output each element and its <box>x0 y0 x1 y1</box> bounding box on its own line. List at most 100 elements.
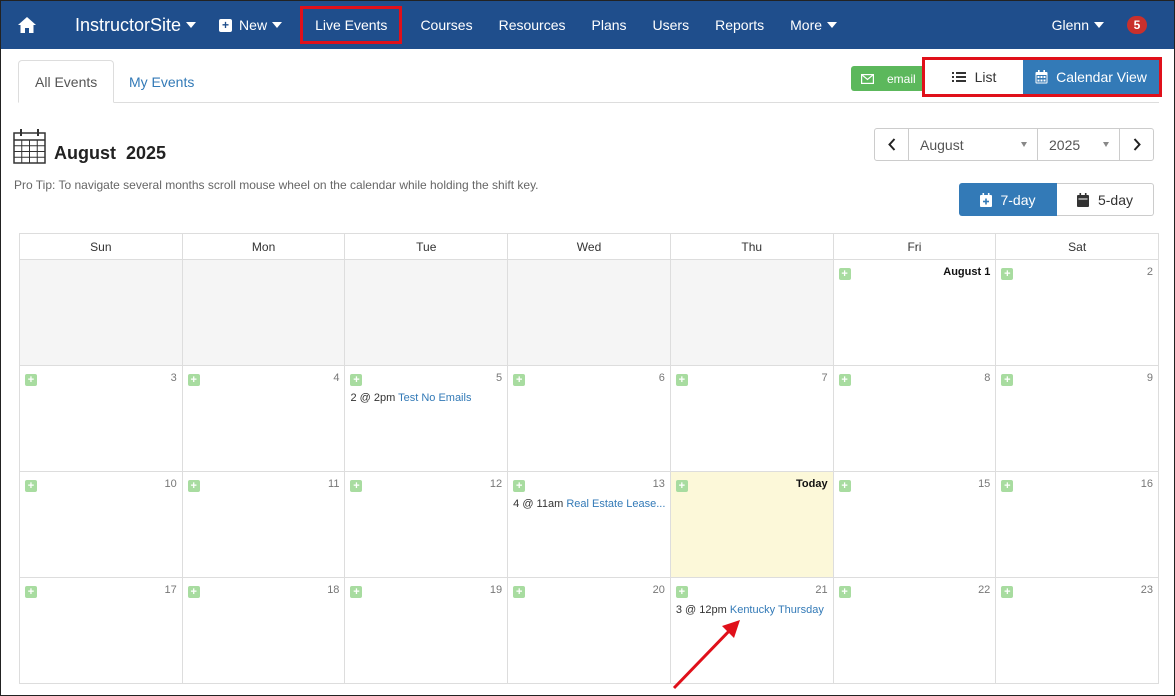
calendar-day[interactable]: +11 <box>182 472 346 578</box>
calendar-weeks: + August 1 +2 +3 +4 +5 2 @ 2pm Test No Emails +… <box>20 260 1160 684</box>
add-event-icon[interactable]: + <box>838 268 851 280</box>
dropdown-arrow-icon <box>1103 142 1109 147</box>
chevron-left-icon <box>887 138 895 151</box>
add-event-icon[interactable]: + <box>838 586 851 598</box>
day-number: 16 <box>1140 478 1154 490</box>
calendar-day[interactable]: + August 1 <box>833 260 997 366</box>
user-menu[interactable]: Glenn <box>1039 1 1117 49</box>
day-number: 22 <box>978 584 991 596</box>
notification-badge[interactable]: 5 <box>1127 16 1147 34</box>
calendar-day[interactable]: +2 <box>996 260 1160 366</box>
nav-reports[interactable]: Reports <box>702 1 777 49</box>
five-day-button[interactable]: 5-day <box>1057 183 1154 216</box>
add-event-icon[interactable]: + <box>1001 480 1014 492</box>
calendar-icon <box>1076 192 1089 207</box>
add-event-icon[interactable]: + <box>187 586 200 598</box>
nav-users[interactable]: Users <box>640 1 703 49</box>
nav-resources[interactable]: Resources <box>486 1 579 49</box>
add-event-icon[interactable]: + <box>25 480 37 492</box>
add-event-icon[interactable]: + <box>350 374 363 386</box>
calendar-event: 2 @ 2pm Test No Emails <box>350 392 471 404</box>
month-select[interactable]: August <box>909 129 1038 160</box>
calendar-day[interactable]: +15 <box>833 472 997 578</box>
day-number: 21 <box>815 584 828 596</box>
nav-new[interactable]: + New <box>206 1 295 49</box>
add-event-icon[interactable]: + <box>187 480 200 492</box>
event-link[interactable]: Real Estate Lease... <box>566 498 665 510</box>
seven-day-button[interactable]: 7-day <box>959 183 1057 216</box>
add-event-icon[interactable]: + <box>838 374 851 386</box>
calendar-day[interactable]: +7 <box>670 366 834 472</box>
calendar-day[interactable]: +6 <box>508 366 671 472</box>
calendar-day[interactable]: +12 <box>345 472 509 578</box>
add-event-icon[interactable]: + <box>187 374 200 386</box>
calendar-day[interactable]: +13 4 @ 11am Real Estate Lease... <box>508 472 671 578</box>
caret-down-icon <box>186 22 197 28</box>
year-select[interactable]: 2025 <box>1038 129 1119 160</box>
list-label: List <box>974 69 997 85</box>
add-event-icon[interactable]: + <box>838 480 851 492</box>
calendar-view-button[interactable]: Calendar View <box>1023 60 1159 94</box>
event-link[interactable]: Test No Emails <box>398 392 471 404</box>
calendar-day-today[interactable]: + Today <box>670 472 834 578</box>
day-number: 2 <box>1146 266 1154 278</box>
brand-label: InstructorSite <box>75 14 182 35</box>
pro-tip: Pro Tip: To navigate several months scro… <box>14 178 539 192</box>
add-event-icon[interactable]: + <box>350 480 363 492</box>
calendar-day[interactable]: +3 <box>20 366 183 472</box>
calendar-day[interactable]: +23 <box>996 578 1160 684</box>
weekday-label: Mon <box>182 234 346 260</box>
add-event-icon[interactable]: + <box>25 374 37 386</box>
envelope-icon <box>861 73 874 84</box>
month-title: August 2025 <box>54 143 167 163</box>
nav-live-events[interactable]: Live Events <box>295 1 407 49</box>
nav-plans[interactable]: Plans <box>579 1 640 49</box>
list-view-button[interactable]: List <box>925 60 1023 94</box>
year-select-value: 2025 <box>1049 136 1081 153</box>
add-event-icon[interactable]: + <box>1001 268 1014 280</box>
calendar-day[interactable]: +10 <box>20 472 183 578</box>
email-button[interactable]: email <box>851 66 925 91</box>
calendar-day[interactable]: +16 <box>996 472 1160 578</box>
add-event-icon[interactable]: + <box>675 586 688 598</box>
next-month-button[interactable] <box>1119 129 1153 160</box>
calendar-plus-icon <box>980 192 993 207</box>
day-number: 9 <box>1146 372 1154 384</box>
nav-courses[interactable]: Courses <box>407 1 485 49</box>
calendar-icon <box>1035 70 1048 84</box>
add-event-icon[interactable]: + <box>1001 374 1014 386</box>
nav-more[interactable]: More <box>777 1 850 49</box>
calendar-day[interactable]: +17 <box>20 578 183 684</box>
day-number: 13 <box>652 478 665 490</box>
calendar-day[interactable]: +22 <box>833 578 997 684</box>
nav-new-label: New <box>239 17 268 33</box>
home-icon[interactable] <box>1 1 53 49</box>
add-event-icon[interactable]: + <box>675 374 688 386</box>
calendar-day[interactable]: +20 <box>508 578 671 684</box>
calendar-day[interactable]: +19 <box>345 578 509 684</box>
brand-menu[interactable]: InstructorSite <box>53 1 206 49</box>
calendar-day[interactable]: +9 <box>996 366 1160 472</box>
add-event-icon[interactable]: + <box>513 374 526 386</box>
add-event-icon[interactable]: + <box>513 586 526 598</box>
calendar-day-empty <box>345 260 509 366</box>
week-length-toggle: 7-day 5-day <box>959 183 1154 216</box>
calendar-day[interactable]: +8 <box>833 366 997 472</box>
add-event-icon[interactable]: + <box>350 586 363 598</box>
add-event-icon[interactable]: + <box>25 586 37 598</box>
calendar-day[interactable]: +4 <box>182 366 346 472</box>
add-event-icon[interactable]: + <box>513 480 526 492</box>
add-event-icon[interactable]: + <box>1001 586 1014 598</box>
prev-month-button[interactable] <box>875 129 909 160</box>
day-number: 6 <box>658 372 665 384</box>
tab-my-events[interactable]: My Events <box>113 60 210 103</box>
weekday-header: Sun Mon Tue Wed Thu Fri Sat <box>20 234 1160 260</box>
dropdown-arrow-icon <box>1021 142 1027 147</box>
calendar-day[interactable]: +18 <box>182 578 346 684</box>
weekday-label: Thu <box>670 234 834 260</box>
tab-all-events[interactable]: All Events <box>18 60 115 103</box>
add-event-icon[interactable]: + <box>675 480 688 492</box>
calendar-day[interactable]: +5 2 @ 2pm Test No Emails <box>345 366 509 472</box>
weekday-label: Tue <box>345 234 509 260</box>
email-label: email <box>887 71 916 86</box>
